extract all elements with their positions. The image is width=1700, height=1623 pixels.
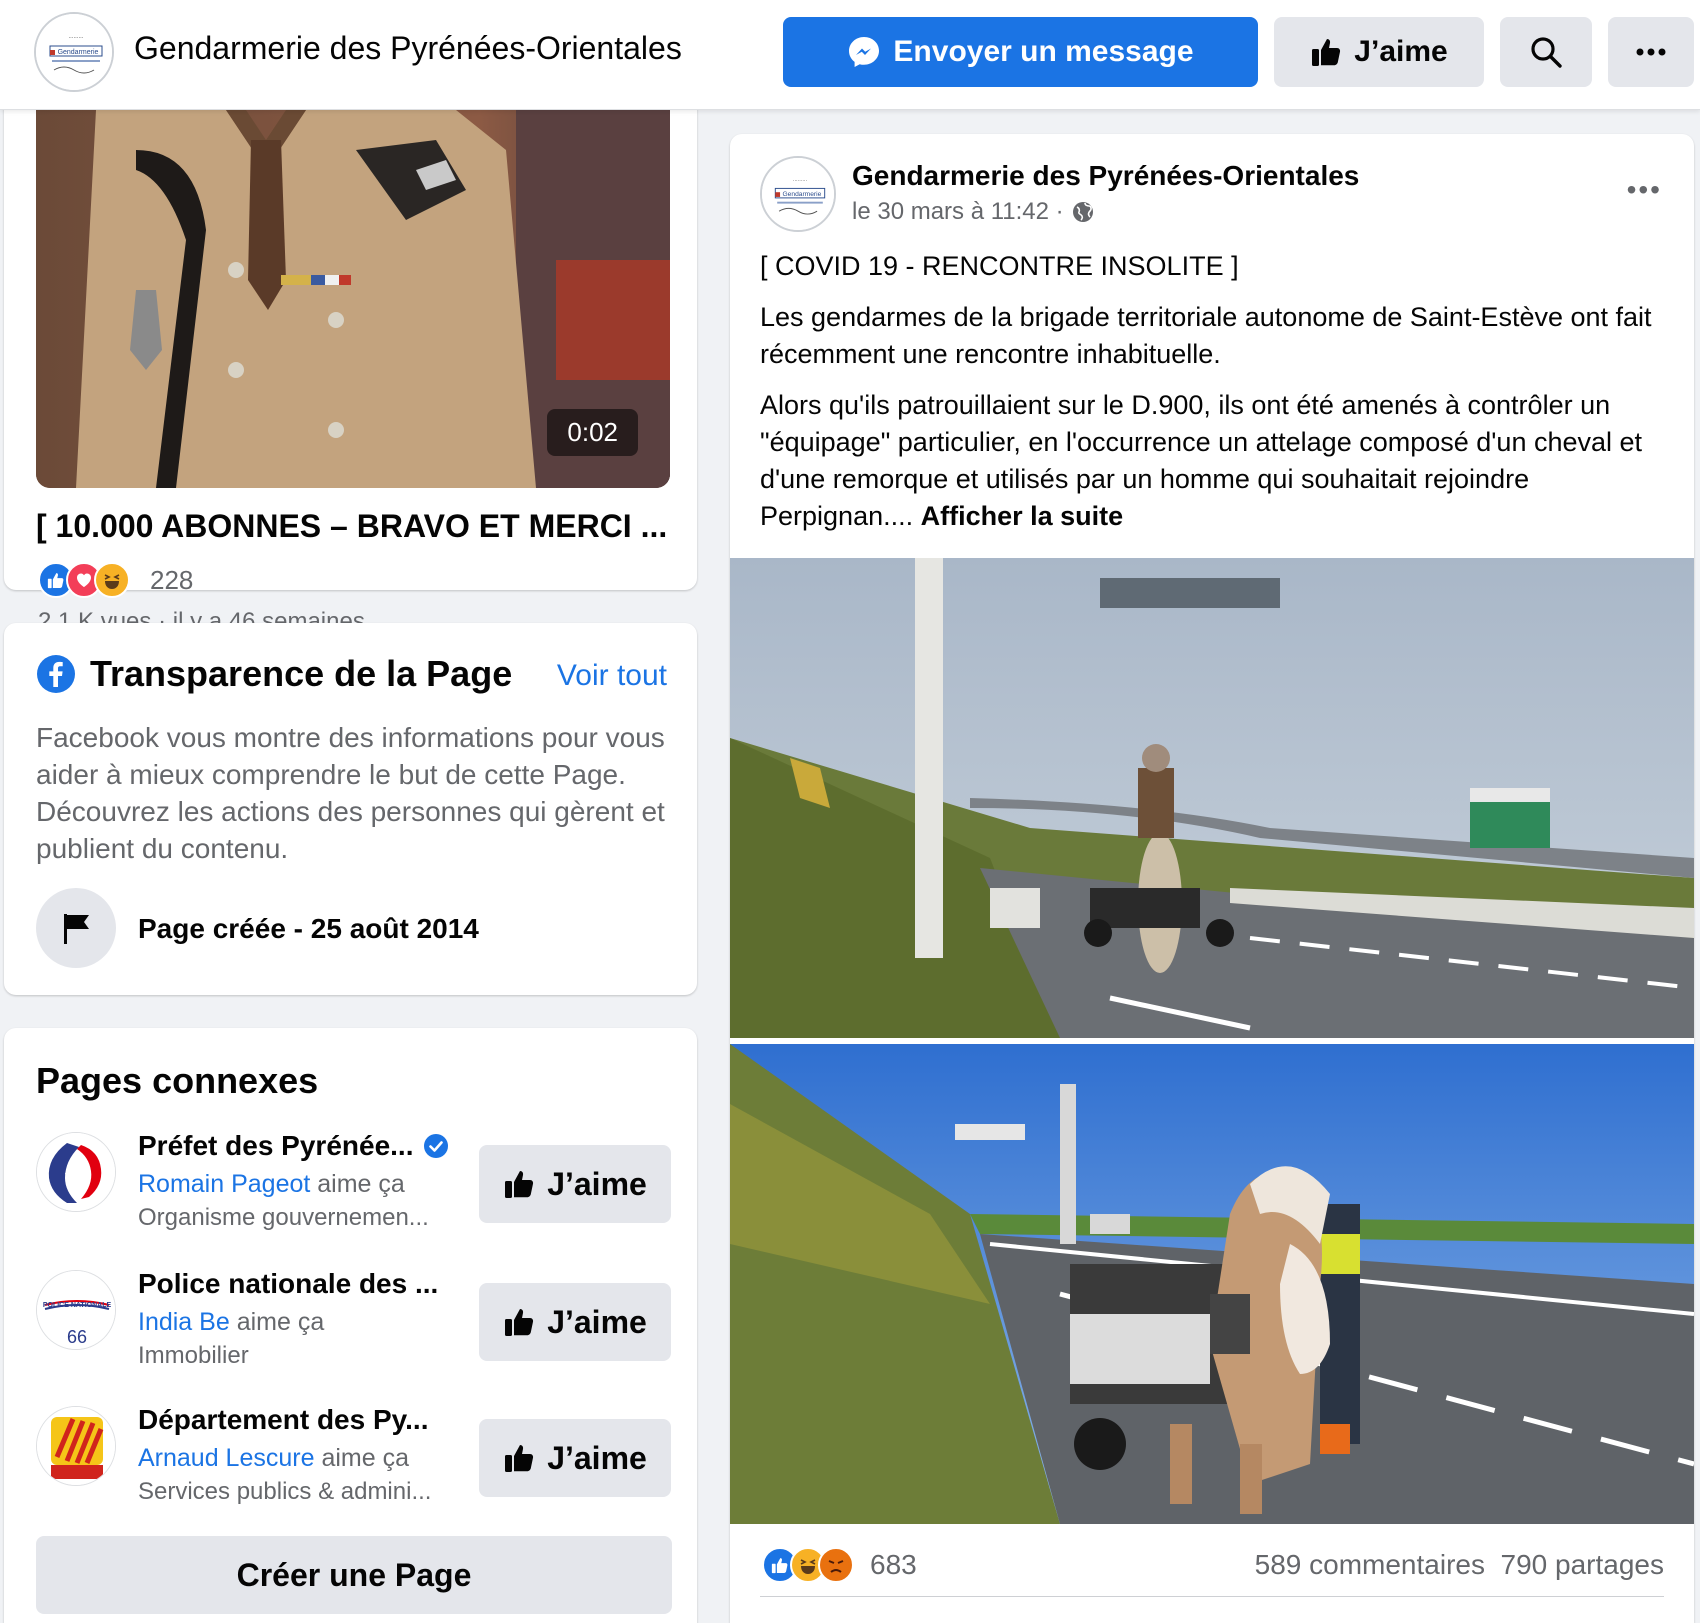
like-label: J’aime xyxy=(547,1439,647,1476)
video-reactions[interactable]: 228 xyxy=(38,562,193,598)
friend-name-link[interactable]: Arnaud Lescure xyxy=(138,1444,315,1472)
horse-cart-highway-photo xyxy=(730,558,1694,1038)
video-thumbnail[interactable]: 0:02 xyxy=(36,110,670,488)
related-page-category: Immobilier xyxy=(138,1342,249,1369)
gendarmerie-logo-icon: ......... Gendarmerie xyxy=(36,14,112,90)
post-paragraph-2: Alors qu'ils patrouillaient sur le D.900… xyxy=(760,387,1670,535)
like-label: J’aime xyxy=(1354,35,1448,68)
search-button[interactable] xyxy=(1500,17,1592,87)
post-author-avatar[interactable]: ......... Gendarmerie xyxy=(760,156,836,232)
video-reaction-count: 228 xyxy=(150,564,194,595)
prefet-logo-icon[interactable] xyxy=(36,1132,116,1212)
related-page-category: Organisme gouvernemen... xyxy=(138,1204,429,1231)
page-avatar[interactable]: ......... Gendarmerie xyxy=(34,12,114,92)
likes-text: aime ça xyxy=(310,1170,405,1198)
create-page-button[interactable]: Créer une Page xyxy=(36,1536,672,1614)
post-time-text: le 30 mars à 11:42 · xyxy=(852,198,1064,225)
post-timestamp[interactable]: le 30 mars à 11:42 · xyxy=(852,198,1094,226)
verified-badge-icon xyxy=(424,1134,449,1158)
like-label: J’aime xyxy=(547,1303,647,1340)
post-headline: [ COVID 19 - RENCONTRE INSOLITE ] xyxy=(760,251,1239,281)
flag-icon xyxy=(36,888,116,968)
friend-name-link[interactable]: India Be xyxy=(138,1308,230,1336)
globe-icon xyxy=(1072,202,1093,222)
video-title[interactable]: [ 10.000 ABONNES – BRAVO ET MERCI ... xyxy=(36,508,667,545)
related-pages-title: Pages connexes xyxy=(36,1060,319,1101)
page-header: ......... Gendarmerie Gendarmerie des Py… xyxy=(0,0,1700,110)
post-paragraph-2-text: Alors qu'ils patrouillaient sur le D.900… xyxy=(760,390,1643,531)
search-icon xyxy=(1531,37,1562,68)
see-more-link[interactable]: Afficher la suite xyxy=(921,501,1124,531)
related-page-item[interactable]: Département des Py... Arnaud Lescure aim… xyxy=(36,1404,676,1534)
related-page-name[interactable]: Police nationale des ... xyxy=(138,1268,438,1300)
post-paragraph-1: Les gendarmes de la brigade territoriale… xyxy=(760,302,1652,369)
post-text: [ COVID 19 - RENCONTRE INSOLITE ] Les ge… xyxy=(760,248,1670,549)
haha-reaction-icon xyxy=(94,562,130,598)
related-page-friend-like: Arnaud Lescure aime ça xyxy=(138,1444,409,1473)
likes-text: aime ça xyxy=(229,1308,325,1336)
horse-gendarme-photo xyxy=(730,1044,1694,1524)
svg-text:Gendarmerie: Gendarmerie xyxy=(58,49,99,56)
post-card: ......... Gendarmerie Gendarmerie des Py… xyxy=(730,134,1694,1623)
related-pages-card: Pages connexes Préfet des Pyrénée... Rom… xyxy=(4,1028,697,1623)
more-options-button[interactable] xyxy=(1608,17,1694,87)
svg-text:.........: ......... xyxy=(68,34,83,40)
thumbs-up-icon xyxy=(505,1309,534,1336)
svg-text:.........: ......... xyxy=(793,177,808,183)
more-icon xyxy=(1636,48,1666,56)
related-page-friend-like: Romain Pageot aime ça xyxy=(138,1170,405,1199)
transparency-title: Transparence de la Page xyxy=(90,653,513,694)
like-related-page-button[interactable]: J’aime xyxy=(479,1145,671,1223)
video-card: 0:02 [ 10.000 ABONNES – BRAVO ET MERCI .… xyxy=(4,70,697,635)
send-message-button[interactable]: Envoyer un message xyxy=(783,17,1258,87)
facebook-icon xyxy=(37,655,75,693)
send-message-label: Envoyer un message xyxy=(893,35,1194,68)
like-page-button[interactable]: J’aime xyxy=(1274,17,1484,87)
svg-text:Gendarmerie: Gendarmerie xyxy=(783,191,822,198)
police-logo-icon[interactable]: POLICE NATIONALE 66 xyxy=(36,1270,116,1350)
related-page-category: Services publics & admini... xyxy=(138,1478,432,1505)
likes-text: aime ça xyxy=(314,1444,409,1472)
page-transparency-card: Transparence de la Page Voir tout Facebo… xyxy=(4,623,697,995)
related-page-friend-like: India Be aime ça xyxy=(138,1308,324,1337)
like-related-page-button[interactable]: J’aime xyxy=(479,1283,671,1361)
svg-text:66: 66 xyxy=(67,1327,87,1347)
angry-reaction-icon xyxy=(818,1547,854,1583)
related-page-name[interactable]: Préfet des Pyrénée... xyxy=(138,1130,413,1162)
svg-text:POLICE NATIONALE: POLICE NATIONALE xyxy=(43,1302,112,1309)
friend-name-link[interactable]: Romain Pageot xyxy=(138,1170,310,1198)
post-more-options[interactable]: ••• xyxy=(1627,174,1662,206)
departement-logo-icon[interactable] xyxy=(36,1406,116,1486)
related-page-item[interactable]: Préfet des Pyrénée... Romain Pageot aime… xyxy=(36,1130,676,1260)
post-reaction-count: 683 xyxy=(870,1549,917,1580)
post-photo-2[interactable] xyxy=(730,1044,1694,1524)
post-author-name[interactable]: Gendarmerie des Pyrénées-Orientales xyxy=(852,160,1359,192)
video-duration: 0:02 xyxy=(547,409,638,456)
related-page-name[interactable]: Département des Py... xyxy=(138,1404,428,1436)
thumbs-up-icon xyxy=(505,1445,534,1472)
related-page-item[interactable]: POLICE NATIONALE 66 Police nationale des… xyxy=(36,1268,676,1398)
like-label: J’aime xyxy=(547,1165,647,1202)
page-created-date: Page créée - 25 août 2014 xyxy=(138,913,479,944)
gendarmerie-logo-icon: ......... Gendarmerie xyxy=(762,158,834,230)
post-reactions[interactable]: 683 xyxy=(762,1547,917,1583)
messenger-icon xyxy=(849,37,880,67)
thumbs-up-icon xyxy=(505,1171,534,1198)
post-photo-1[interactable] xyxy=(730,558,1694,1038)
thumbs-up-icon xyxy=(1312,39,1341,66)
post-comments-shares[interactable]: 589 commentaires 790 partages xyxy=(1255,1549,1664,1581)
page-title[interactable]: Gendarmerie des Pyrénées-Orientales xyxy=(134,30,682,67)
see-all-link[interactable]: Voir tout xyxy=(557,659,667,693)
transparency-description: Facebook vous montre des informations po… xyxy=(36,722,665,864)
like-related-page-button[interactable]: J’aime xyxy=(479,1419,671,1497)
post-stats-bar: 683 589 commentaires 790 partages xyxy=(760,1537,1664,1597)
